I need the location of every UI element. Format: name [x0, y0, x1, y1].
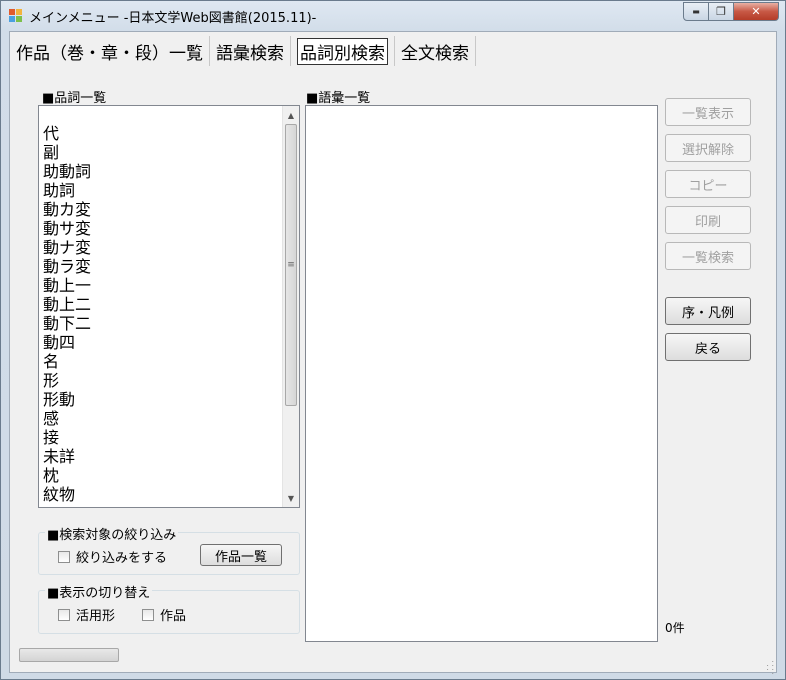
tab-works-list[interactable]: 作品（巻・章・段）一覧: [10, 36, 210, 66]
close-icon: ✕: [751, 5, 761, 18]
minimize-button[interactable]: ▬: [683, 2, 709, 21]
checkbox-icon: [142, 608, 154, 621]
checkbox-icon: [58, 608, 70, 621]
scroll-up-icon[interactable]: ▲: [283, 107, 299, 123]
list-item[interactable]: 動カ変: [43, 200, 279, 219]
scroll-down-icon[interactable]: ▼: [283, 490, 299, 506]
maximize-icon: ❐: [716, 5, 726, 18]
tab-fulltext-search[interactable]: 全文検索: [395, 36, 476, 66]
works-checkbox[interactable]: 作品: [142, 605, 186, 624]
copy-button[interactable]: コピー: [665, 170, 751, 198]
list-search-button[interactable]: 一覧検索: [665, 242, 751, 270]
tab-vocab-search[interactable]: 語彙検索: [210, 36, 291, 66]
list-item[interactable]: 助動詞: [43, 162, 279, 181]
list-item[interactable]: 形: [43, 371, 279, 390]
list-item[interactable]: 名: [43, 352, 279, 371]
back-button[interactable]: 戻る: [665, 333, 751, 361]
list-item[interactable]: 動ラ変: [43, 257, 279, 276]
result-count: 0件: [665, 621, 685, 635]
tab-pos-search-label: 品詞別検索: [297, 37, 388, 65]
caption-buttons: ▬ ❐ ✕: [683, 2, 779, 22]
main-window: メインメニュー -日本文学Web図書館(2015.11)- ▬ ❐ ✕ 作品（巻…: [0, 0, 786, 680]
list-item[interactable]: 枕: [43, 466, 279, 485]
clear-selection-button[interactable]: 選択解除: [665, 134, 751, 162]
scroll-thumb[interactable]: ≡: [285, 124, 297, 406]
conjugation-checkbox-label: 活用形: [76, 609, 116, 624]
list-item[interactable]: 接: [43, 428, 279, 447]
checkbox-icon: [58, 550, 70, 563]
pos-items: 代 副 助動詞 助詞 動カ変 動サ変 動ナ変 動ラ変 動上一 動上二 動下二 動…: [43, 124, 279, 504]
vocab-list-label: ■語彙一覧: [306, 91, 371, 106]
maximize-button[interactable]: ❐: [709, 2, 734, 21]
resize-grip-icon[interactable]: .. .. . .: [762, 656, 774, 676]
list-item[interactable]: 動ナ変: [43, 238, 279, 257]
close-button[interactable]: ✕: [734, 2, 779, 21]
list-item[interactable]: 助詞: [43, 181, 279, 200]
filter-checkbox[interactable]: 絞り込みをする: [58, 547, 167, 566]
list-item[interactable]: 形動: [43, 390, 279, 409]
pos-list-label: ■品詞一覧: [42, 91, 107, 106]
pos-listbox[interactable]: 代 副 助動詞 助詞 動カ変 動サ変 動ナ変 動ラ変 動上一 動上二 動下二 動…: [38, 105, 300, 508]
preface-button[interactable]: 序・凡例: [665, 297, 751, 325]
horizontal-scroll-thumb[interactable]: [19, 648, 119, 662]
list-item[interactable]: 動サ変: [43, 219, 279, 238]
works-list-button[interactable]: 作品一覧: [200, 544, 282, 566]
title-bar[interactable]: メインメニュー -日本文学Web図書館(2015.11)- ▬ ❐ ✕: [1, 1, 785, 31]
list-display-button[interactable]: 一覧表示: [665, 98, 751, 126]
list-item[interactable]: 動下二: [43, 314, 279, 333]
list-item[interactable]: 副: [43, 143, 279, 162]
list-item[interactable]: 未詳: [43, 447, 279, 466]
horizontal-scrollbar[interactable]: [18, 647, 770, 663]
tab-works-list-label: 作品（巻・章・段）一覧: [16, 43, 203, 64]
conjugation-checkbox[interactable]: 活用形: [58, 605, 115, 624]
print-button[interactable]: 印刷: [665, 206, 751, 234]
minimize-icon: ▬: [692, 7, 700, 16]
window-title: メインメニュー -日本文学Web図書館(2015.11)-: [29, 11, 317, 26]
app-icon: [9, 9, 23, 23]
list-item[interactable]: 動上一: [43, 276, 279, 295]
tab-fulltext-search-label: 全文検索: [401, 43, 469, 64]
client-area: 作品（巻・章・段）一覧 語彙検索 品詞別検索 全文検索 ■品詞一覧 ■語彙一覧 …: [9, 31, 777, 676]
grip-icon: ≡: [287, 260, 295, 270]
filter-checkbox-label: 絞り込みをする: [76, 551, 168, 566]
tab-bar: 作品（巻・章・段）一覧 語彙検索 品詞別検索 全文検索: [10, 36, 476, 68]
display-group-title: ■表示の切り替え: [45, 582, 153, 601]
filter-group-title: ■検索対象の絞り込み: [45, 524, 179, 543]
tab-pos-search[interactable]: 品詞別検索: [291, 36, 395, 66]
list-item[interactable]: 紋物: [43, 485, 279, 504]
pos-vertical-scrollbar[interactable]: ▲ ≡ ▼: [282, 106, 299, 507]
tab-vocab-search-label: 語彙検索: [216, 43, 284, 64]
list-item[interactable]: 代: [43, 124, 279, 143]
list-item[interactable]: 動上二: [43, 295, 279, 314]
list-item[interactable]: 動四: [43, 333, 279, 352]
works-checkbox-label: 作品: [160, 609, 187, 624]
vocab-listbox[interactable]: [305, 105, 658, 642]
list-item[interactable]: 感: [43, 409, 279, 428]
